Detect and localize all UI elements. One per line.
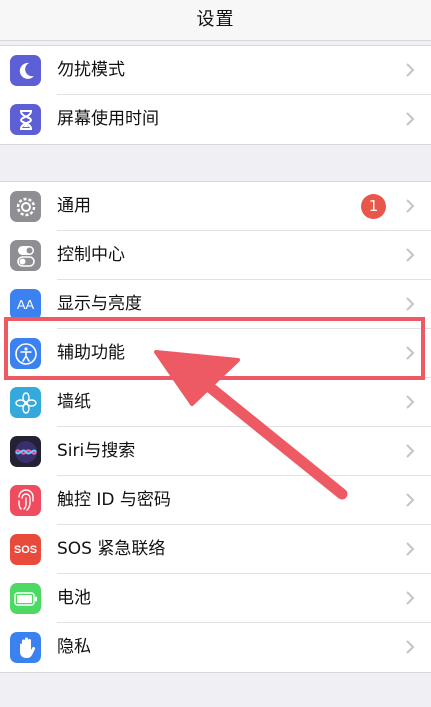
settings-group-general: 通用 1 控制中心 AA 显示与亮度 辅助功能 墙纸 Siri与搜索 触控 ID… — [0, 181, 431, 673]
settings-item-screen-time[interactable]: 屏幕使用时间 — [0, 95, 431, 144]
battery-icon — [10, 583, 41, 614]
accessibility-icon — [10, 338, 41, 369]
hourglass-icon — [10, 104, 41, 135]
settings-item-accessibility[interactable]: 辅助功能 — [0, 329, 431, 378]
text-size-glyph: AA — [16, 297, 35, 312]
settings-item-label: 屏幕使用时间 — [57, 109, 159, 129]
settings-item-label: SOS 紧急联络 — [57, 539, 166, 559]
settings-item-siri-search[interactable]: Siri与搜索 — [0, 427, 431, 476]
settings-item-control-center[interactable]: 控制中心 — [0, 231, 431, 280]
settings-item-label: 通用 — [57, 196, 91, 216]
flower-icon — [10, 387, 41, 418]
notification-badge: 1 — [361, 194, 386, 219]
settings-item-label: 隐私 — [57, 637, 91, 657]
chevron-right-icon — [406, 248, 415, 262]
moon-icon — [10, 55, 41, 86]
settings-item-privacy[interactable]: 隐私 — [0, 623, 431, 672]
settings-group-focus: 勿扰模式 屏幕使用时间 — [0, 45, 431, 145]
chevron-right-icon — [406, 199, 415, 213]
gear-icon — [10, 191, 41, 222]
chevron-right-icon — [406, 493, 415, 507]
chevron-right-icon — [406, 63, 415, 77]
settings-item-label: 勿扰模式 — [57, 60, 125, 80]
hand-icon — [10, 632, 41, 663]
settings-item-battery[interactable]: 电池 — [0, 574, 431, 623]
settings-item-label: Siri与搜索 — [57, 441, 136, 461]
settings-item-label: 触控 ID 与密码 — [57, 490, 171, 510]
text-size-icon: AA — [10, 289, 41, 320]
toggles-icon — [10, 240, 41, 271]
settings-item-label: 墙纸 — [57, 392, 91, 412]
settings-item-label: 控制中心 — [57, 245, 125, 265]
chevron-right-icon — [406, 112, 415, 126]
settings-item-display-brightness[interactable]: AA 显示与亮度 — [0, 280, 431, 329]
navigation-bar: 设置 — [0, 0, 431, 41]
settings-item-wallpaper[interactable]: 墙纸 — [0, 378, 431, 427]
settings-item-emergency-sos[interactable]: SOS SOS 紧急联络 — [0, 525, 431, 574]
siri-icon — [10, 436, 41, 467]
settings-item-label: 电池 — [57, 588, 91, 608]
fingerprint-icon — [10, 485, 41, 516]
settings-item-label: 辅助功能 — [57, 343, 125, 363]
chevron-right-icon — [406, 297, 415, 311]
page-title: 设置 — [196, 9, 235, 30]
settings-item-label: 显示与亮度 — [57, 294, 142, 314]
settings-item-do-not-disturb[interactable]: 勿扰模式 — [0, 46, 431, 95]
chevron-right-icon — [406, 346, 415, 360]
settings-item-general[interactable]: 通用 1 — [0, 182, 431, 231]
chevron-right-icon — [406, 395, 415, 409]
chevron-right-icon — [406, 640, 415, 654]
sos-glyph: SOS — [13, 543, 38, 556]
chevron-right-icon — [406, 444, 415, 458]
chevron-right-icon — [406, 591, 415, 605]
settings-item-touch-id[interactable]: 触控 ID 与密码 — [0, 476, 431, 525]
chevron-right-icon — [406, 542, 415, 556]
sos-icon: SOS — [10, 534, 41, 565]
